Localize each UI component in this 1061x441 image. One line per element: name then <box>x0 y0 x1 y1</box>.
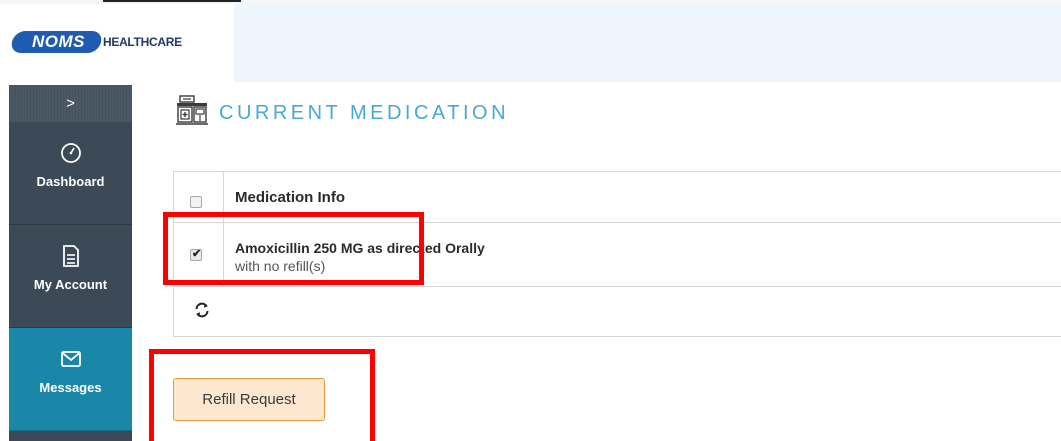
gauge-icon <box>9 140 132 166</box>
sidebar-item-dashboard[interactable]: Dashboard <box>9 122 132 225</box>
medication-table: Medication Info ✔ Amoxicillin 250 MG as … <box>173 171 1061 337</box>
logo-pill: NOMS <box>9 31 104 53</box>
refill-request-button[interactable]: Refill Request <box>173 378 325 421</box>
document-icon <box>9 243 132 269</box>
top-bar-underline <box>103 0 241 2</box>
select-all-cell <box>174 172 224 222</box>
logo-pill-text: NOMS <box>32 32 85 51</box>
select-all-checkbox[interactable] <box>190 196 202 208</box>
refresh-icon[interactable] <box>193 301 211 324</box>
pharmacy-icon <box>175 94 209 132</box>
sidebar-item-my-account[interactable]: My Account <box>9 225 132 328</box>
row-check-cell: ✔ <box>174 223 224 286</box>
sidebar-item-label: My Account <box>33 277 108 292</box>
sidebar-item-messages[interactable]: Messages <box>9 328 132 431</box>
sidebar: > Dashboard My Account Messages <box>9 85 132 441</box>
medication-name: Amoxicillin 250 MG as directed Orally <box>235 240 485 256</box>
medication-refills: with no refill(s) <box>235 258 326 274</box>
checkmark-icon: ✔ <box>192 248 202 260</box>
table-footer-row <box>174 287 1061 336</box>
page-header: CURRENT MEDICATION <box>175 94 510 132</box>
sidebar-item-label: Messages <box>39 380 102 395</box>
logo-text: HEALTHCARE <box>103 35 182 49</box>
page-title: CURRENT MEDICATION <box>219 101 510 124</box>
sidebar-item-label: Dashboard <box>36 174 105 189</box>
table-header-row: Medication Info <box>174 172 1061 223</box>
sidebar-toggle[interactable]: > <box>9 85 132 122</box>
column-header-medication-info: Medication Info <box>235 189 345 206</box>
envelope-icon <box>9 346 132 372</box>
table-row[interactable]: ✔ Amoxicillin 250 MG as directed Orally … <box>174 223 1061 287</box>
noms-healthcare-logo[interactable]: NOMS HEALTHCARE <box>9 30 182 54</box>
header: NOMS HEALTHCARE <box>0 0 1061 82</box>
header-band <box>234 4 1061 82</box>
row-checkbox[interactable]: ✔ <box>190 248 202 261</box>
